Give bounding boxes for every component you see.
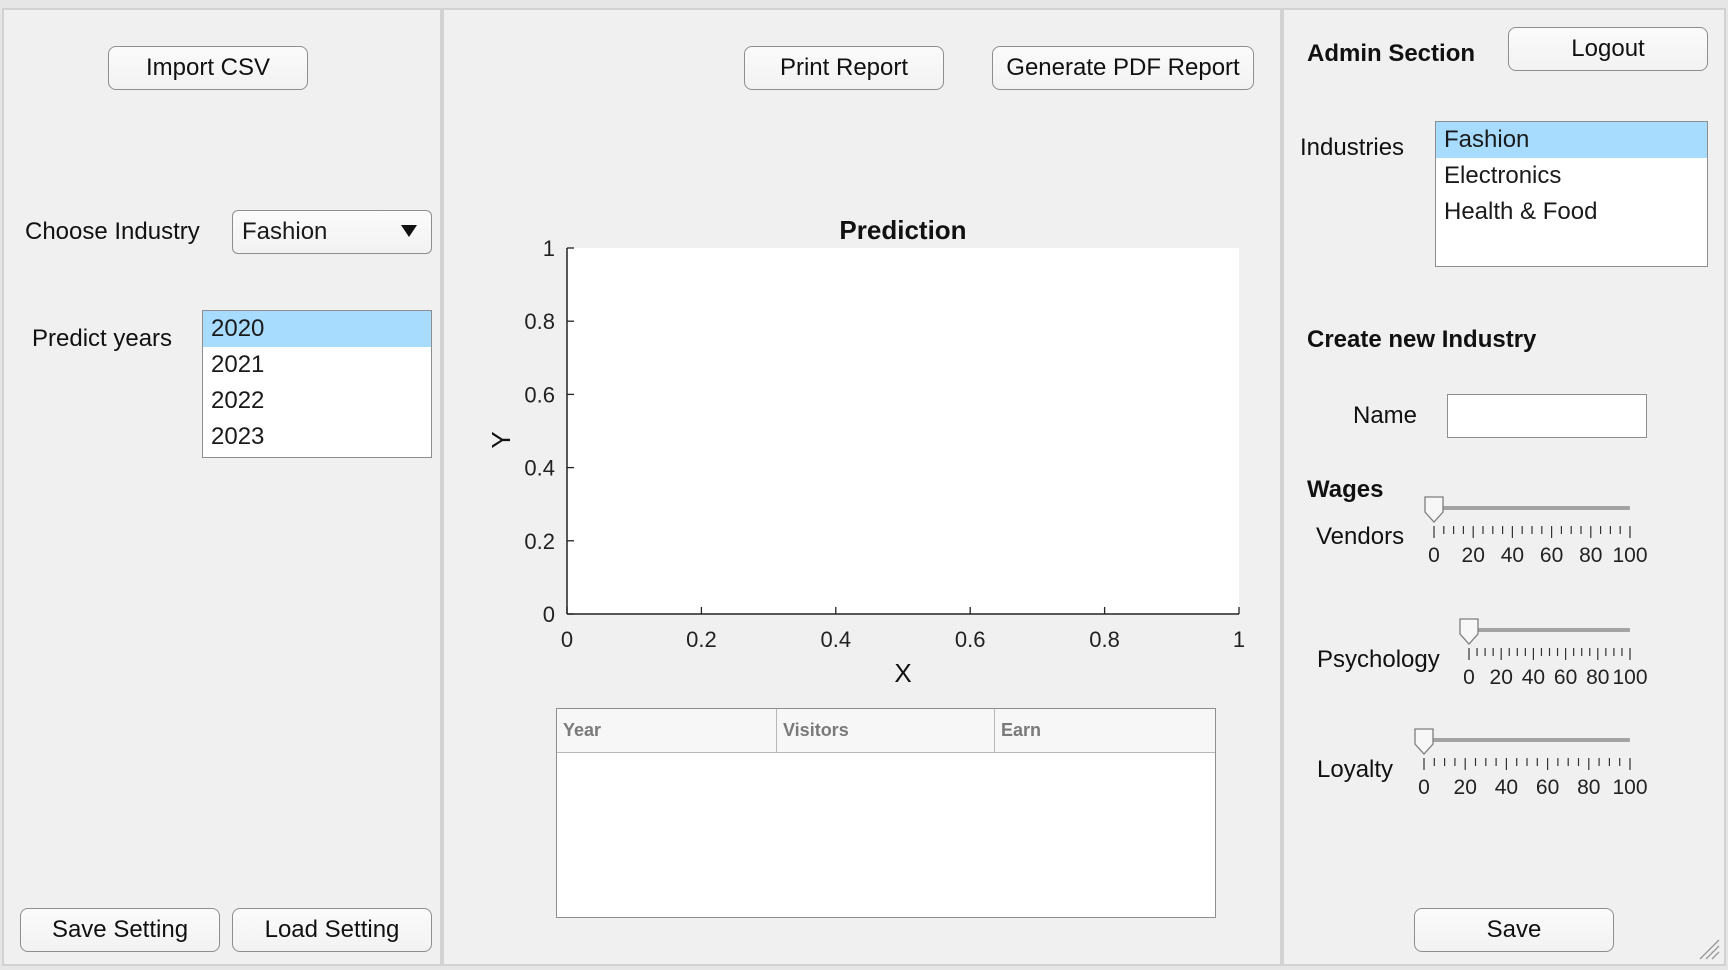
- table-column-header[interactable]: Earn: [995, 709, 1214, 752]
- slider-tick-label: 0: [1418, 776, 1430, 799]
- slider-track[interactable]: [1434, 506, 1630, 510]
- load-setting-button[interactable]: Load Setting: [232, 908, 432, 952]
- slider-tick-label: 60: [1540, 544, 1563, 567]
- slider-tick-label: 80: [1586, 666, 1609, 689]
- import-csv-button[interactable]: Import CSV: [108, 46, 308, 90]
- logout-button[interactable]: Logout: [1508, 27, 1708, 71]
- industry-dropdown-value: Fashion: [242, 218, 328, 245]
- table-header: Year Visitors Earn: [557, 709, 1215, 753]
- save-setting-button[interactable]: Save Setting: [20, 908, 220, 952]
- year-option[interactable]: 2020: [203, 311, 431, 347]
- y-tick-label: 1: [543, 236, 555, 261]
- y-tick-label: 0: [543, 602, 555, 627]
- prediction-table[interactable]: Year Visitors Earn: [556, 708, 1216, 918]
- industry-option[interactable]: Health & Food: [1436, 194, 1707, 230]
- table-column-header[interactable]: Visitors: [777, 709, 995, 752]
- wages-title: Wages: [1307, 476, 1384, 503]
- prediction-chart: Prediction 0 0.2 0.4 0.6 0.8 1 0 0.2 0.4 0.6 0.8 1…: [486, 215, 1245, 688]
- slider-label: Psychology: [1317, 646, 1440, 673]
- plot-area: [567, 248, 1239, 614]
- slider-tick-label: 40: [1522, 666, 1545, 689]
- slider-tick-label: 80: [1579, 544, 1602, 567]
- y-tick-label: 0.8: [524, 309, 555, 334]
- x-tick-label: 0.4: [821, 627, 852, 652]
- slider-tick-label: 40: [1501, 544, 1524, 567]
- slider-tick-label: 100: [1612, 776, 1647, 799]
- industry-name-input[interactable]: [1447, 394, 1647, 438]
- slider-tick-label: 20: [1490, 666, 1513, 689]
- x-tick-label: 0.8: [1089, 627, 1120, 652]
- year-option[interactable]: 2023: [203, 419, 431, 455]
- slider-loyalty[interactable]: 0 20 40 60 80 100: [1404, 728, 1664, 818]
- slider-tick-label: 100: [1612, 666, 1647, 689]
- slider-tick-label: 0: [1428, 544, 1440, 567]
- slider-track[interactable]: [1424, 738, 1630, 742]
- slider-tick-label: 20: [1462, 544, 1485, 567]
- resize-grip-icon[interactable]: [1694, 934, 1720, 960]
- chart-title: Prediction: [839, 215, 966, 245]
- slider-thumb[interactable]: [1414, 728, 1434, 755]
- industries-label: Industries: [1300, 134, 1405, 161]
- slider-tick-label: 20: [1454, 776, 1477, 799]
- slider-tick-label: 40: [1495, 776, 1518, 799]
- y-tick-label: 0.4: [524, 456, 555, 481]
- choose-industry-label: Choose Industry: [25, 218, 200, 245]
- x-axis-label: X: [894, 658, 911, 688]
- x-tick-label: 0: [561, 627, 573, 652]
- slider-track[interactable]: [1469, 628, 1630, 632]
- y-axis-label: Y: [486, 431, 516, 448]
- slider-tick-label: 60: [1554, 666, 1577, 689]
- industry-option[interactable]: Electronics: [1436, 158, 1707, 194]
- name-label: Name: [1353, 402, 1418, 429]
- y-tick-label: 0.6: [524, 382, 555, 407]
- predict-years-label: Predict years: [32, 325, 173, 352]
- left-panel: Import CSV Choose Industry Fashion Predi…: [2, 8, 442, 966]
- admin-section-title: Admin Section: [1307, 40, 1476, 67]
- table-column-header[interactable]: Year: [557, 709, 777, 752]
- create-industry-title: Create new Industry: [1307, 326, 1537, 353]
- slider-label: Vendors: [1316, 523, 1405, 550]
- chevron-down-icon: [401, 225, 417, 237]
- x-tick-label: 0.2: [686, 627, 717, 652]
- industry-dropdown[interactable]: Fashion: [232, 210, 432, 254]
- year-option[interactable]: 2022: [203, 383, 431, 419]
- right-panel: Admin Section Logout Industries Fashion E…: [1282, 8, 1726, 966]
- slider-thumb[interactable]: [1424, 496, 1444, 523]
- year-option[interactable]: 2021: [203, 347, 431, 383]
- slider-psychology[interactable]: 0 20 40 60 80 100: [1449, 618, 1709, 708]
- industries-listbox[interactable]: Fashion Electronics Health & Food: [1435, 121, 1708, 267]
- middle-panel: Print Report Generate PDF Report Predict…: [442, 8, 1282, 966]
- save-button[interactable]: Save: [1414, 908, 1614, 952]
- slider-tick-label: 100: [1612, 544, 1647, 567]
- industry-option[interactable]: Fashion: [1436, 122, 1707, 158]
- slider-label: Loyalty: [1317, 756, 1394, 783]
- slider-thumb[interactable]: [1459, 618, 1479, 645]
- predict-years-listbox[interactable]: 2020 2021 2022 2023: [202, 310, 432, 458]
- slider-tick-label: 80: [1577, 776, 1600, 799]
- slider-tick-label: 60: [1536, 776, 1559, 799]
- x-tick-label: 1: [1233, 627, 1245, 652]
- slider-tick-label: 0: [1463, 666, 1475, 689]
- slider-vendors[interactable]: 0 20 40 60 80 100: [1414, 496, 1674, 586]
- x-tick-label: 0.6: [955, 627, 986, 652]
- y-tick-label: 0.2: [524, 529, 555, 554]
